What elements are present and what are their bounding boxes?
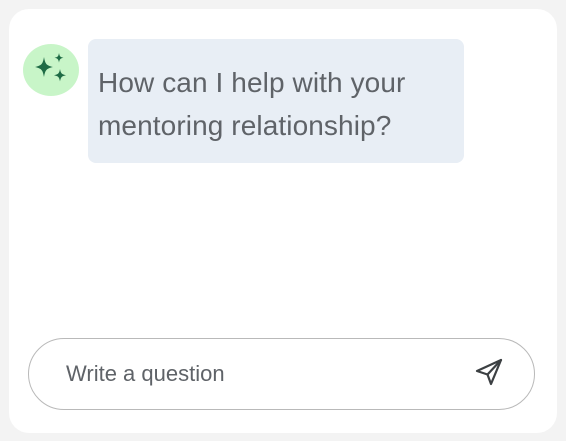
sparkles-icon [29,48,73,92]
chat-panel: How can I help with your mentoring relat… [9,9,557,433]
question-composer [28,338,535,410]
assistant-avatar [23,44,79,96]
assistant-message: How can I help with your mentoring relat… [88,39,464,163]
send-button[interactable] [472,357,506,391]
question-input[interactable] [64,360,472,388]
send-icon [473,356,505,393]
